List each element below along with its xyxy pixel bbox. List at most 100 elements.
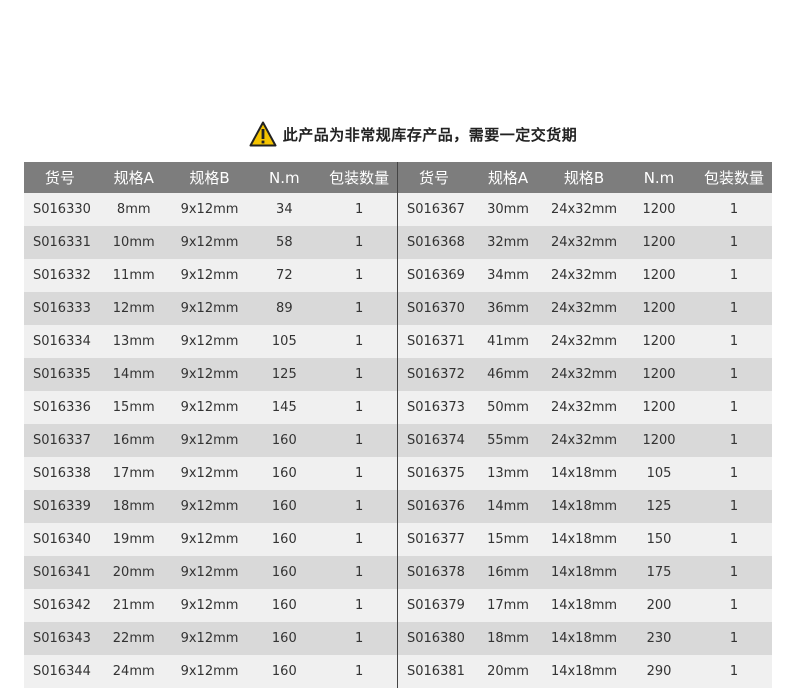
spec-table-left: 货号 规格A 规格B N.m 包装数量 S016330 8mm 9x12mm 34 1 S0163… — [24, 162, 398, 688]
cell-spec-b: 9x12mm — [180, 565, 239, 580]
cell-item-no: S016377 — [407, 532, 465, 547]
cell-item-no: S016371 — [407, 334, 465, 349]
cell-pack-qty: 1 — [354, 565, 364, 580]
cell-pack-qty: 1 — [729, 301, 739, 316]
cell-pack-qty: 1 — [729, 565, 739, 580]
header-torque: N.m — [643, 168, 675, 187]
cell-torque: 125 — [646, 499, 672, 514]
cell-pack-qty: 1 — [729, 400, 739, 415]
header-pack-qty: 包装数量 — [703, 169, 764, 187]
header-torque: N.m — [269, 168, 300, 187]
spec-table-right: 货号 规格A 规格B N.m 包装数量 S016367 30mm 24x32mm 1200 1 S… — [398, 162, 772, 688]
table-row: S016339 18mm 9x12mm 160 1 — [24, 490, 397, 523]
cell-spec-b: 14x18mm — [550, 598, 618, 613]
cell-item-no: S016332 — [33, 268, 91, 283]
cell-torque: 89 — [276, 301, 293, 316]
cell-spec-b: 24x32mm — [550, 235, 618, 250]
cell-torque: 160 — [271, 532, 297, 547]
table-row: S016370 36mm 24x32mm 1200 1 — [398, 292, 772, 325]
cell-pack-qty: 1 — [729, 367, 739, 382]
cell-spec-b: 9x12mm — [180, 301, 239, 316]
table-row: S016373 50mm 24x32mm 1200 1 — [398, 391, 772, 424]
table-row: S016330 8mm 9x12mm 34 1 — [24, 193, 397, 226]
cell-item-no: S016340 — [33, 532, 91, 547]
header-spec-b: 规格B — [189, 169, 230, 187]
table-row: S016344 24mm 9x12mm 160 1 — [24, 655, 397, 688]
cell-torque: 58 — [276, 235, 293, 250]
cell-spec-b: 9x12mm — [180, 433, 239, 448]
table-row: S016337 16mm 9x12mm 160 1 — [24, 424, 397, 457]
cell-torque: 160 — [271, 433, 297, 448]
cell-spec-a: 21mm — [112, 598, 155, 613]
notice-text: 此产品为非常规库存产品，需要一定交货期 — [282, 125, 578, 144]
cell-pack-qty: 1 — [354, 301, 364, 316]
cell-torque: 125 — [271, 367, 297, 382]
cell-spec-a: 16mm — [112, 433, 155, 448]
table-row: S016333 12mm 9x12mm 89 1 — [24, 292, 397, 325]
cell-spec-a: 12mm — [112, 301, 155, 316]
table-row: S016372 46mm 24x32mm 1200 1 — [398, 358, 772, 391]
cell-pack-qty: 1 — [729, 433, 739, 448]
cell-spec-b: 9x12mm — [180, 598, 239, 613]
cell-spec-b: 9x12mm — [180, 400, 239, 415]
cell-torque: 1200 — [642, 202, 676, 217]
table-body: S016330 8mm 9x12mm 34 1 S016331 10mm 9x12mm 58 1 S… — [24, 193, 397, 688]
cell-torque: 1200 — [642, 400, 676, 415]
cell-spec-a: 46mm — [487, 367, 529, 382]
cell-spec-a: 32mm — [487, 235, 529, 250]
cell-torque: 1200 — [642, 235, 676, 250]
cell-torque: 160 — [271, 499, 297, 514]
cell-spec-a: 16mm — [487, 565, 529, 580]
cell-spec-b: 9x12mm — [180, 235, 239, 250]
cell-spec-a: 14mm — [487, 499, 529, 514]
header-spec-a: 规格A — [113, 169, 154, 187]
cell-spec-a: 55mm — [487, 433, 529, 448]
cell-spec-b: 24x32mm — [550, 433, 618, 448]
cell-torque: 105 — [271, 334, 297, 349]
table-header-row: 货号 规格A 规格B N.m 包装数量 — [398, 162, 772, 193]
cell-spec-b: 24x32mm — [550, 202, 618, 217]
cell-torque: 160 — [271, 565, 297, 580]
cell-spec-b: 14x18mm — [550, 565, 618, 580]
table-row: S016369 34mm 24x32mm 1200 1 — [398, 259, 772, 292]
cell-item-no: S016337 — [33, 433, 91, 448]
cell-spec-a: 11mm — [112, 268, 155, 283]
cell-item-no: S016341 — [33, 565, 91, 580]
table-row: S016374 55mm 24x32mm 1200 1 — [398, 424, 772, 457]
cell-pack-qty: 1 — [354, 334, 364, 349]
cell-pack-qty: 1 — [354, 235, 364, 250]
cell-pack-qty: 1 — [354, 367, 364, 382]
cell-spec-a: 13mm — [487, 466, 529, 481]
header-item-no: 货号 — [418, 169, 449, 187]
cell-pack-qty: 1 — [729, 235, 739, 250]
cell-item-no: S016373 — [407, 400, 465, 415]
cell-spec-a: 15mm — [112, 400, 155, 415]
cell-item-no: S016338 — [33, 466, 91, 481]
cell-pack-qty: 1 — [729, 334, 739, 349]
cell-spec-b: 24x32mm — [550, 400, 618, 415]
cell-torque: 34 — [276, 202, 293, 217]
cell-pack-qty: 1 — [354, 433, 364, 448]
cell-torque: 160 — [271, 664, 297, 679]
cell-pack-qty: 1 — [729, 664, 739, 679]
table-row: S016336 15mm 9x12mm 145 1 — [24, 391, 397, 424]
cell-spec-a: 22mm — [112, 631, 155, 646]
cell-spec-b: 14x18mm — [550, 466, 618, 481]
cell-item-no: S016372 — [407, 367, 465, 382]
cell-torque: 105 — [646, 466, 672, 481]
cell-pack-qty: 1 — [354, 202, 364, 217]
table-row: S016381 20mm 14x18mm 290 1 — [398, 655, 772, 688]
cell-torque: 175 — [646, 565, 672, 580]
cell-pack-qty: 1 — [354, 631, 364, 646]
cell-item-no: S016381 — [407, 664, 465, 679]
table-row: S016376 14mm 14x18mm 125 1 — [398, 490, 772, 523]
cell-item-no: S016367 — [407, 202, 465, 217]
cell-spec-a: 18mm — [487, 631, 529, 646]
cell-torque: 230 — [646, 631, 672, 646]
cell-torque: 72 — [276, 268, 293, 283]
cell-torque: 1200 — [642, 367, 676, 382]
table-row: S016340 19mm 9x12mm 160 1 — [24, 523, 397, 556]
cell-item-no: S016331 — [33, 235, 91, 250]
cell-spec-a: 50mm — [487, 400, 529, 415]
cell-item-no: S016330 — [33, 202, 91, 217]
